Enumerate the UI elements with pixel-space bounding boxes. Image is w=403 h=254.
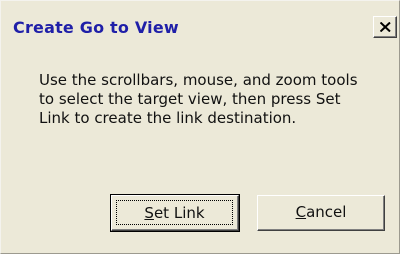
set-link-focus-rect: Set Link <box>116 200 233 225</box>
cancel-label: ancel <box>306 203 347 221</box>
dialog-titlebar: Create Go to View <box>9 12 397 46</box>
set-link-button[interactable]: Set Link <box>110 194 240 232</box>
dialog-message: Use the scrollbars, mouse, and zoom tool… <box>39 71 358 127</box>
set-link-mnemonic: S <box>144 204 154 222</box>
cancel-button[interactable]: Cancel <box>257 195 385 231</box>
set-link-label: et Link <box>153 204 205 222</box>
dialog-title: Create Go to View <box>13 18 179 37</box>
cancel-mnemonic: C <box>295 203 307 221</box>
close-button[interactable] <box>373 16 397 38</box>
close-icon <box>380 22 391 32</box>
create-go-to-view-dialog: Create Go to View Use the scrollbars, mo… <box>0 0 400 254</box>
